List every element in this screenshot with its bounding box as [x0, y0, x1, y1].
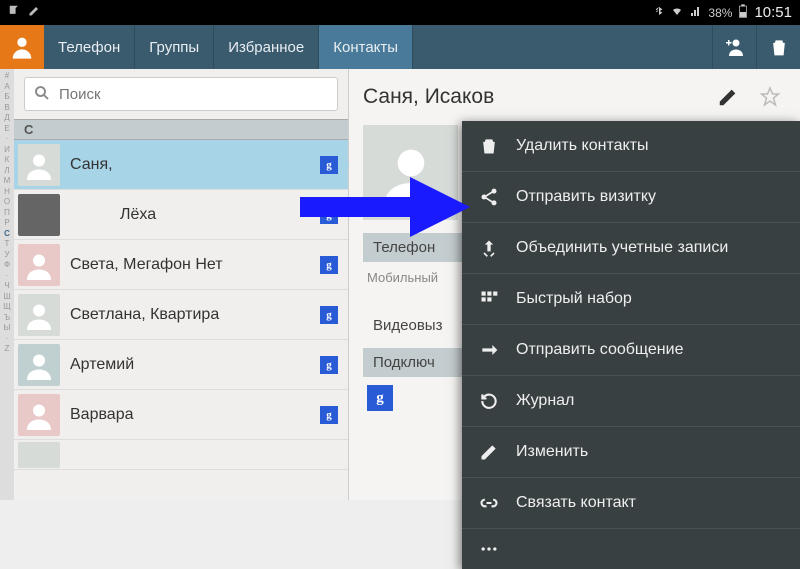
favorite-button[interactable] [754, 81, 786, 113]
google-badge: g [320, 206, 338, 224]
arrow-right-icon [478, 339, 500, 361]
action-bar: Телефон Группы Избранное Контакты [0, 25, 800, 69]
section-header: С [14, 119, 348, 140]
link-icon [478, 492, 500, 514]
avatar [18, 194, 60, 236]
menu-label: Связать контакт [516, 494, 636, 512]
delete-button[interactable] [756, 25, 800, 69]
menu-label: Изменить [516, 443, 588, 461]
menu-log[interactable]: Журнал [462, 376, 800, 427]
avatar [18, 442, 60, 468]
search-input[interactable] [59, 86, 329, 103]
contact-detail-pane: Саня, Исаков Телефон Мобильный Видеовыз … [349, 69, 800, 500]
avatar [18, 394, 60, 436]
contact-name: Света, Мегафон Нет [70, 256, 310, 274]
menu-label: Отправить визитку [516, 188, 656, 206]
contact-name: Лёха [70, 206, 310, 224]
main: #АБВДЕ·ИКЛМНОПРСТУФ·ЧШЩЪЫ·Z С Саня, g Лё… [0, 69, 800, 500]
tab-groups[interactable]: Группы [135, 25, 214, 69]
sync-icon [8, 4, 22, 21]
avatar [18, 294, 60, 336]
avatar [18, 144, 60, 186]
menu-more[interactable] [462, 529, 800, 569]
index-strip[interactable]: #АБВДЕ·ИКЛМНОПРСТУФ·ЧШЩЪЫ·Z [0, 69, 14, 500]
contact-name: Варвара [70, 406, 310, 424]
history-icon [478, 390, 500, 412]
contact-name: Артемий [70, 356, 310, 374]
menu-label: Быстрый набор [516, 290, 632, 308]
contact-row[interactable] [14, 440, 348, 470]
contact-name: Светлана, Квартира [70, 306, 310, 324]
large-avatar [363, 125, 458, 220]
menu-label: Удалить контакты [516, 137, 649, 155]
clock: 10:51 [754, 4, 792, 21]
contact-row[interactable]: Света, Мегафон Нет g [14, 240, 348, 290]
contact-row[interactable]: Саня, g [14, 140, 348, 190]
contact-row[interactable]: Артемий g [14, 340, 348, 390]
avatar [18, 344, 60, 386]
google-badge: g [320, 356, 338, 374]
contact-title: Саня, Исаков [363, 85, 702, 109]
contact-row[interactable]: Светлана, Квартира g [14, 290, 348, 340]
menu-merge[interactable]: Объединить учетные записи [462, 223, 800, 274]
google-badge: g [320, 156, 338, 174]
contact-header: Саня, Исаков [349, 69, 800, 125]
bluetooth-icon [654, 4, 664, 21]
menu-label: Объединить учетные записи [516, 239, 728, 257]
battery-icon [738, 4, 748, 21]
app-icon[interactable] [0, 25, 44, 69]
contact-list-pane: С Саня, g Лёха g Света, Мегафон Нет g Св… [14, 69, 349, 500]
contact-row[interactable]: Лёха g [14, 190, 348, 240]
google-badge: g [320, 406, 338, 424]
status-bar: 38% 10:51 [0, 0, 800, 25]
menu-delete[interactable]: Удалить контакты [462, 121, 800, 172]
menu-link[interactable]: Связать контакт [462, 478, 800, 529]
battery-text: 38% [708, 6, 732, 20]
context-menu: Удалить контакты Отправить визитку Объед… [462, 121, 800, 569]
tab-favorites[interactable]: Избранное [214, 25, 319, 69]
menu-share[interactable]: Отправить визитку [462, 172, 800, 223]
menu-label: Отправить сообщение [516, 341, 683, 359]
menu-send-message[interactable]: Отправить сообщение [462, 325, 800, 376]
search-icon [33, 84, 51, 105]
avatar [18, 244, 60, 286]
menu-speed-dial[interactable]: Быстрый набор [462, 274, 800, 325]
tab-contacts[interactable]: Контакты [319, 25, 413, 69]
more-icon [478, 538, 500, 560]
share-icon [478, 186, 500, 208]
search-box[interactable] [24, 77, 338, 111]
tab-phone[interactable]: Телефон [44, 25, 135, 69]
add-contact-button[interactable] [712, 25, 756, 69]
menu-edit[interactable]: Изменить [462, 427, 800, 478]
trash-icon [478, 135, 500, 157]
edit-contact-button[interactable] [712, 81, 744, 113]
pencil-icon [478, 441, 500, 463]
signal-icon [690, 5, 702, 20]
edit-status-icon [28, 5, 40, 20]
google-badge: g [367, 385, 393, 411]
dialpad-icon [478, 288, 500, 310]
google-badge: g [320, 306, 338, 324]
merge-icon [478, 237, 500, 259]
menu-label: Журнал [516, 392, 574, 410]
google-badge: g [320, 256, 338, 274]
contact-row[interactable]: Варвара g [14, 390, 348, 440]
contact-name: Саня, [70, 156, 310, 174]
wifi-icon [670, 5, 684, 20]
